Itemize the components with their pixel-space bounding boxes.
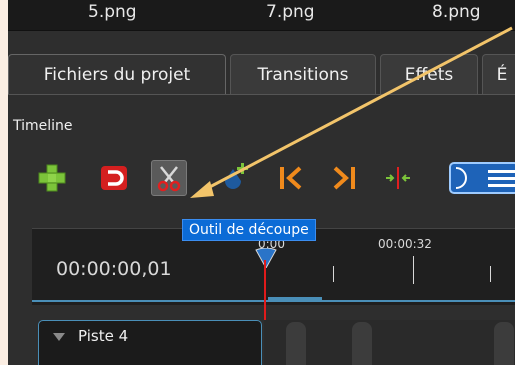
annotation-arrow-icon (190, 26, 513, 198)
